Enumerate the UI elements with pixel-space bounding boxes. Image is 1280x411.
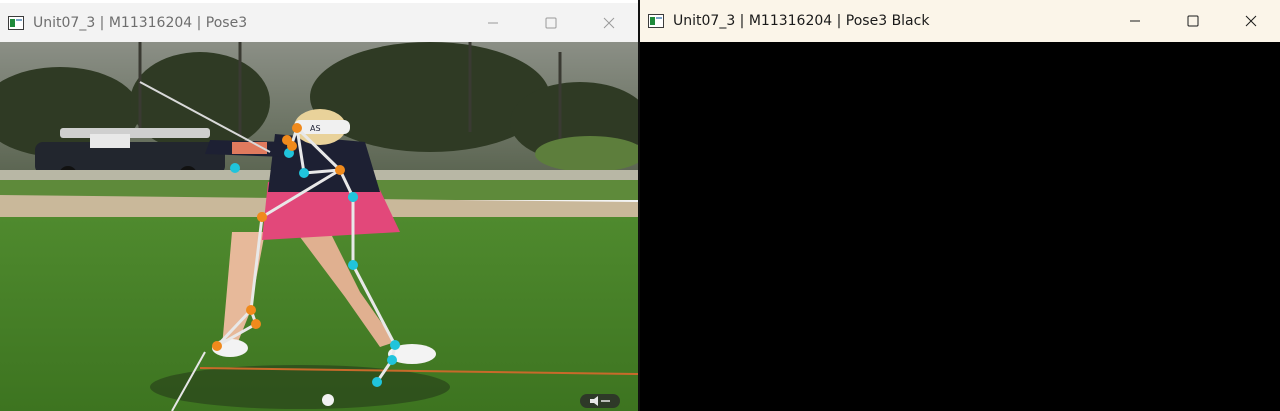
video-frame: AS (0, 42, 638, 411)
window-title: Unit07_3 | M11316204 | Pose3 (33, 14, 248, 31)
title-bar[interactable]: Unit07_3 | M11316204 | Pose3 (0, 0, 638, 42)
golf-ball (322, 394, 334, 406)
app-window-icon (648, 14, 664, 28)
app-window-icon (8, 15, 24, 30)
black-canvas (640, 42, 1280, 411)
close-icon (1245, 15, 1257, 27)
keypoint-lkn (246, 305, 256, 315)
maximize-icon (545, 17, 557, 28)
close-button[interactable] (580, 2, 638, 44)
minimize-icon (1130, 20, 1140, 22)
pose-black-scene (640, 42, 1280, 411)
keypoint-lank (251, 319, 261, 329)
keypoint-rtoe (387, 355, 397, 365)
maximize-icon (1187, 15, 1199, 27)
window-controls (464, 2, 638, 44)
maximize-button[interactable] (522, 2, 580, 44)
keypoint-nose (292, 123, 302, 133)
keypoint-rheel (372, 377, 382, 387)
keypoint-rhip (348, 192, 358, 202)
keypoint-lear (287, 141, 297, 151)
keypoint-rkn (348, 260, 358, 270)
close-button[interactable] (1222, 0, 1280, 42)
keypoint-ltoe (212, 341, 222, 351)
maximize-button[interactable] (1164, 0, 1222, 42)
keypoint-rsh (299, 168, 309, 178)
minimize-button[interactable] (464, 2, 522, 44)
keypoint-rwr (230, 163, 240, 173)
minimize-button[interactable] (1106, 0, 1164, 42)
keypoint-rank (390, 340, 400, 350)
visor-logo: AS (310, 124, 321, 133)
pose-window[interactable]: Unit07_3 | M11316204 | Pose3 AS (0, 0, 638, 411)
title-bar[interactable]: Unit07_3 | M11316204 | Pose3 Black (640, 0, 1280, 42)
speaker-icon[interactable] (580, 394, 620, 408)
window-controls (1106, 0, 1280, 42)
keypoint-lsh (335, 165, 345, 175)
keypoint-lhip (257, 212, 267, 222)
close-icon (603, 17, 615, 28)
golf-scene: AS (0, 42, 638, 411)
window-title: Unit07_3 | M11316204 | Pose3 Black (673, 13, 930, 29)
minimize-icon (488, 22, 498, 23)
pose-black-window[interactable]: Unit07_3 | M11316204 | Pose3 Black (640, 0, 1280, 411)
